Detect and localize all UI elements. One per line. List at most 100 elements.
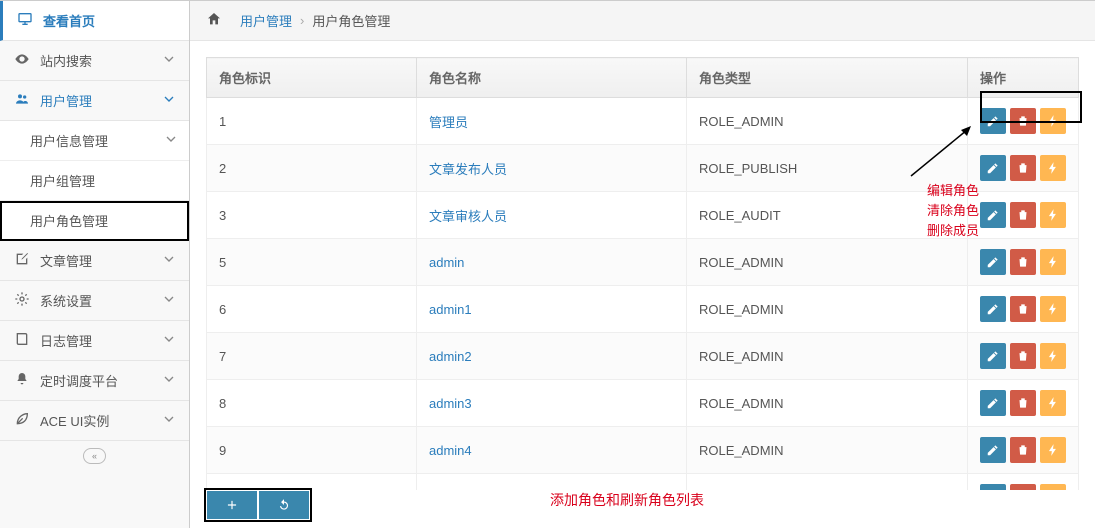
sidebar-item-4[interactable]: 系统设置 [0,281,189,321]
chevron-down-icon [161,291,177,310]
cell-name[interactable]: 文章审核人员 [417,192,687,239]
cell-id: 6 [207,286,417,333]
table-row: 7admin2ROLE_ADMIN [207,333,1079,380]
sidebar-item-2[interactable]: 用户管理 [0,81,189,121]
cell-ops [968,427,1079,474]
delete-button[interactable] [1010,437,1036,463]
table-row: 3文章审核人员ROLE_AUDIT [207,192,1079,239]
cell-id: 3 [207,192,417,239]
cell-id: 1 [207,98,417,145]
sidebar-subitem-0[interactable]: 用户信息管理 [0,121,189,161]
table-row: 5adminROLE_ADMIN [207,239,1079,286]
edit-button[interactable] [980,296,1006,322]
breadcrumb-parent[interactable]: 用户管理 [240,11,292,30]
cell-name[interactable]: admin [417,239,687,286]
chevron-down-icon [161,331,177,350]
users-icon [12,91,32,110]
add-role-button[interactable] [207,491,257,519]
monitor-icon [15,11,35,30]
delete-button[interactable] [1010,202,1036,228]
col-ops: 操作 [968,58,1079,98]
cell-name[interactable]: admin2 [417,333,687,380]
sidebar-subitem-1[interactable]: 用户组管理 [0,161,189,201]
sidebar-item-7[interactable]: ACE UI实例 [0,401,189,441]
cell-type: ROLE_ADMIN [687,380,968,427]
delete-button[interactable] [1010,108,1036,134]
cell-id: 2 [207,145,417,192]
sidebar-item-label: 定时调度平台 [40,371,161,390]
sidebar-item-label: 日志管理 [40,331,161,350]
members-button[interactable] [1040,390,1066,416]
delete-button[interactable] [1010,155,1036,181]
cell-id: 5 [207,239,417,286]
cell-ops [968,145,1079,192]
members-button[interactable] [1040,249,1066,275]
edit-button[interactable] [980,249,1006,275]
members-button[interactable] [1040,155,1066,181]
cell-type: ROLE_AUDIT [687,192,968,239]
sidebar-item-label: 站内搜索 [40,51,161,70]
sidebar-collapse[interactable]: « [0,441,189,470]
refresh-button[interactable] [259,491,309,519]
sidebar-item-label: 系统设置 [40,291,161,310]
members-button[interactable] [1040,296,1066,322]
edit-button[interactable] [980,343,1006,369]
delete-button[interactable] [1010,296,1036,322]
cell-name[interactable]: admin3 [417,380,687,427]
content: 角色标识 角色名称 角色类型 操作 1管理员ROLE_ADMIN2文章发布人员R… [190,41,1095,490]
edit-button[interactable] [980,437,1006,463]
sidebar-item-5[interactable]: 日志管理 [0,321,189,361]
home-icon[interactable] [204,11,224,30]
members-button[interactable] [1040,343,1066,369]
cell-id: 7 [207,333,417,380]
delete-button[interactable] [1010,249,1036,275]
table-row: 10admin5ROLE_ADMIN [207,474,1079,491]
breadcrumb-current: 用户角色管理 [312,11,390,30]
cell-type: ROLE_ADMIN [687,286,968,333]
chevron-down-icon [163,131,179,150]
sidebar-item-3[interactable]: 文章管理 [0,241,189,281]
members-button[interactable] [1040,202,1066,228]
cell-ops [968,380,1079,427]
book-icon [12,331,32,350]
cell-type: ROLE_ADMIN [687,474,968,491]
members-button[interactable] [1040,437,1066,463]
edit-button[interactable] [980,108,1006,134]
cell-name[interactable]: 文章发布人员 [417,145,687,192]
chevron-down-icon [161,51,177,70]
table-row: 2文章发布人员ROLE_PUBLISH [207,145,1079,192]
cell-type: ROLE_ADMIN [687,333,968,380]
edit-button[interactable] [980,202,1006,228]
breadcrumb: 用户管理 › 用户角色管理 [190,1,1095,41]
cell-type: ROLE_ADMIN [687,427,968,474]
sidebar-item-label: 查看首页 [43,11,177,30]
sidebar-item-1[interactable]: 站内搜索 [0,41,189,81]
sidebar-item-label: ACE UI实例 [40,411,161,430]
cell-ops [968,474,1079,491]
cell-ops [968,239,1079,286]
pencil-square-icon [12,251,32,270]
cell-name[interactable]: admin5 [417,474,687,491]
cell-ops [968,192,1079,239]
edit-button[interactable] [980,390,1006,416]
main-area: 用户管理 › 用户角色管理 角色标识 角色名称 角色类型 操作 1管理员ROLE… [190,1,1095,528]
cell-type: ROLE_ADMIN [687,239,968,286]
footer-button-group [206,490,310,520]
cell-type: ROLE_ADMIN [687,98,968,145]
table-row: 8admin3ROLE_ADMIN [207,380,1079,427]
cell-name[interactable]: 管理员 [417,98,687,145]
cell-ops [968,333,1079,380]
delete-button[interactable] [1010,390,1036,416]
cell-name[interactable]: admin1 [417,286,687,333]
edit-button[interactable] [980,155,1006,181]
sidebar-submenu: 用户信息管理用户组管理用户角色管理 [0,121,189,241]
members-button[interactable] [1040,108,1066,134]
cell-name[interactable]: admin4 [417,427,687,474]
sidebar-item-6[interactable]: 定时调度平台 [0,361,189,401]
sidebar-subitem-2[interactable]: 用户角色管理 [0,201,189,241]
sidebar-item-0[interactable]: 查看首页 [0,1,189,41]
breadcrumb-separator: › [300,13,304,28]
delete-button[interactable] [1010,343,1036,369]
sidebar: 查看首页站内搜索用户管理用户信息管理用户组管理用户角色管理文章管理系统设置日志管… [0,1,190,528]
chevron-down-icon [161,371,177,390]
